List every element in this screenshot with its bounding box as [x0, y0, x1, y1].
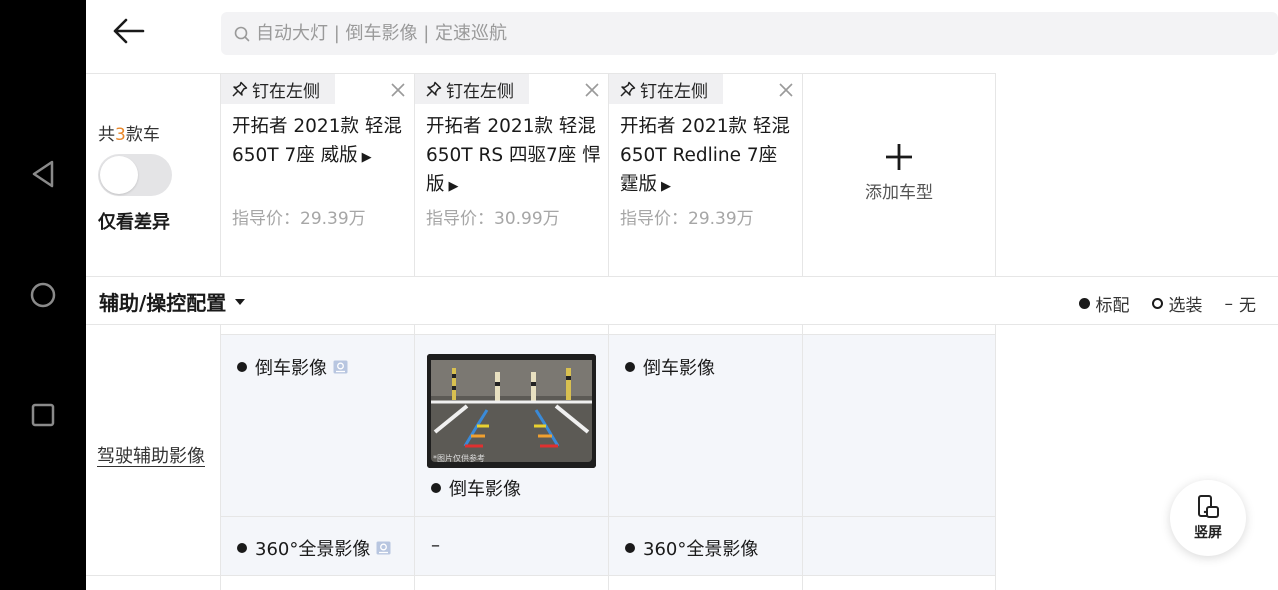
nav-home-icon[interactable] [23, 275, 63, 315]
nav-back-icon[interactable] [23, 154, 63, 194]
grid-line [608, 324, 609, 590]
grid-line [221, 516, 996, 517]
standard-dot-icon [237, 543, 247, 553]
image-preview-icon[interactable] [376, 541, 391, 555]
plus-icon [886, 144, 912, 170]
rotate-screen-icon [1198, 495, 1219, 518]
config-table: 驾驶辅助影像 倒车影像 *图片仅供参考 倒车影像 倒车影像 360°全景影像 –… [86, 324, 1278, 590]
row-label-driving-assist[interactable]: 驾驶辅助影像 [97, 442, 205, 468]
pin-icon [425, 81, 442, 98]
car-name-link[interactable]: 开拓者 2021款 轻混 650T 7座 威版 ▶ [232, 112, 408, 172]
search-input[interactable] [256, 23, 1156, 44]
caret-down-icon [234, 296, 246, 308]
system-nav-bar [0, 0, 86, 590]
feature-reverse-camera: 倒车影像 [431, 475, 521, 501]
nav-recents-icon[interactable] [23, 395, 63, 435]
grid-line [86, 575, 996, 576]
legend-optional: 选装 [1151, 291, 1203, 316]
remove-car-close-icon[interactable] [389, 81, 407, 99]
feature-360-camera: 360°全景影像 [237, 535, 391, 561]
back-arrow-icon[interactable] [110, 15, 146, 47]
legend: 标配 选装 – 无 [1057, 291, 1257, 317]
portrait-mode-button[interactable]: 竖屏 [1170, 480, 1246, 556]
diff-only-label: 仅看差异 [98, 212, 170, 233]
hollow-dot-icon [1151, 298, 1163, 309]
car-column-2: 钉在左侧 开拓者 2021款 轻混 650T RS 四驱7座 悍版 ▶ 指导价：3… [415, 74, 609, 276]
add-car-button[interactable]: 添加车型 [802, 74, 996, 276]
car-column-3: 钉在左侧 开拓者 2021款 轻混 650T Redline 7座 霆版 ▶ 指导… [609, 74, 803, 276]
grid-line [220, 324, 221, 590]
pin-left-button[interactable]: 钉在左侧 [415, 74, 529, 104]
feature-360-camera: 360°全景影像 [625, 535, 758, 561]
search-icon [234, 25, 252, 43]
standard-dot-icon [625, 543, 635, 553]
image-preview-icon[interactable] [333, 360, 348, 374]
grid-line [414, 324, 415, 590]
compare-summary: 共3款车 仅看差异 [86, 74, 220, 276]
car-name-link[interactable]: 开拓者 2021款 轻混 650T RS 四驱7座 悍版 ▶ [426, 112, 602, 201]
car-price: 指导价：29.39万 [620, 209, 754, 229]
car-price: 指导价：29.39万 [232, 209, 366, 229]
pin-left-button[interactable]: 钉在左侧 [609, 74, 723, 104]
play-triangle-icon: ▶ [661, 179, 672, 194]
pin-left-button[interactable]: 钉在左侧 [221, 74, 335, 104]
car-count: 共3款车 [98, 125, 160, 145]
feature-reverse-camera: 倒车影像 [625, 354, 715, 380]
car-name-link[interactable]: 开拓者 2021款 轻混 650T Redline 7座 霆版 ▶ [620, 112, 796, 201]
feature-none-value: – [431, 535, 440, 556]
compare-page: 共3款车 仅看差异 钉在左侧 开拓者 2021款 轻混 650T 7座 威版▶ … [86, 0, 1278, 590]
pin-icon [231, 81, 248, 98]
legend-standard: 标配 [1078, 291, 1130, 316]
toggle-knob [100, 156, 138, 194]
thumbnail-caption: *图片仅供参考 [433, 454, 485, 463]
car-column-1: 钉在左侧 开拓者 2021款 轻混 650T 7座 威版 ▶ 指导价：29.39万 [221, 74, 415, 276]
standard-dot-icon [237, 362, 247, 372]
standard-dot-icon [431, 483, 441, 493]
filled-dot-icon [1078, 298, 1090, 309]
feature-reverse-camera: 倒车影像 [237, 354, 348, 380]
remove-car-close-icon[interactable] [777, 81, 795, 99]
diff-only-toggle[interactable] [98, 154, 172, 196]
remove-car-close-icon[interactable] [583, 81, 601, 99]
pin-icon [619, 81, 636, 98]
section-header: 辅助/操控配置 标配 选装 – 无 [86, 277, 1278, 324]
grid-line [802, 324, 803, 590]
reverse-camera-thumbnail[interactable]: *图片仅供参考 [427, 354, 596, 468]
add-car-label: 添加车型 [865, 183, 933, 203]
play-triangle-icon: ▶ [361, 150, 372, 165]
grid-line [221, 334, 996, 335]
standard-dot-icon [625, 362, 635, 372]
car-price: 指导价：30.99万 [426, 209, 560, 229]
dash-icon: – [1224, 293, 1234, 314]
play-triangle-icon: ▶ [448, 179, 459, 194]
section-title-dropdown[interactable]: 辅助/操控配置 [99, 287, 246, 316]
legend-none: – 无 [1224, 293, 1257, 317]
grid-line [995, 324, 996, 590]
search-bar[interactable] [221, 12, 1278, 55]
